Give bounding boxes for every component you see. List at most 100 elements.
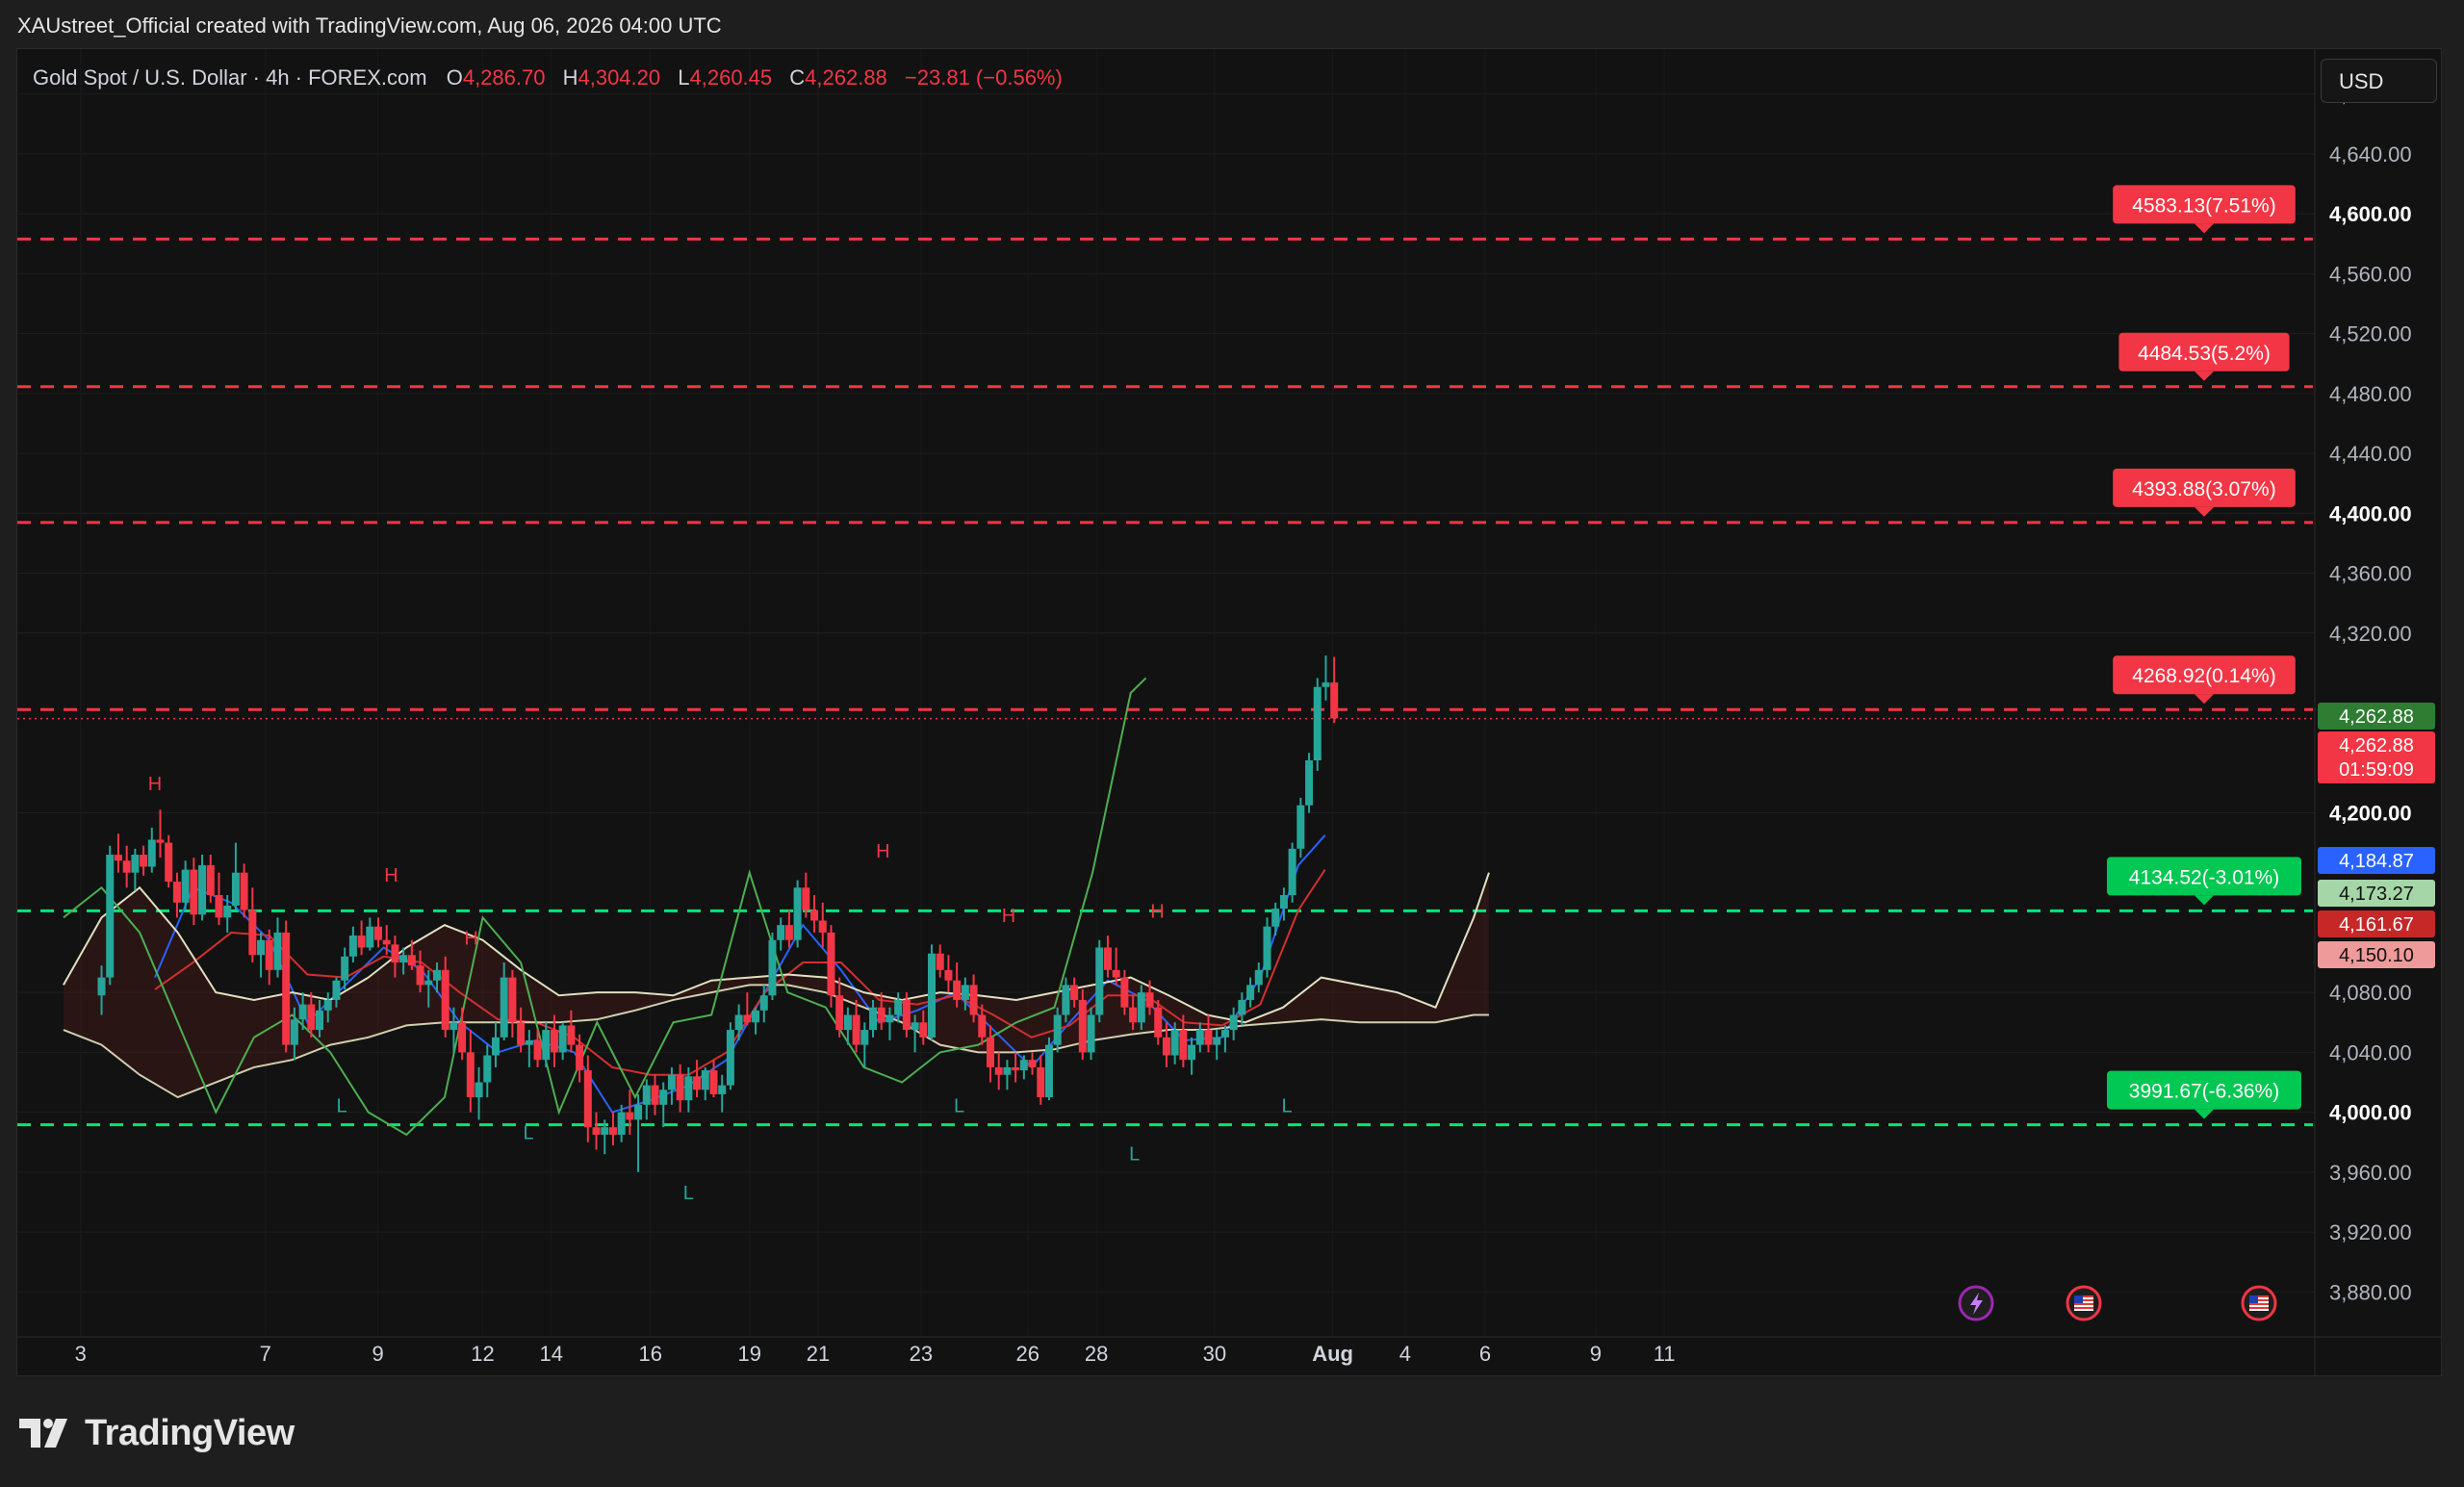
candle-body	[1322, 682, 1330, 687]
x-tick-label: 7	[260, 1342, 271, 1366]
candle-body	[1112, 969, 1120, 978]
candle-body	[1330, 682, 1339, 719]
candle-body	[475, 1082, 483, 1098]
candle-body	[1012, 1066, 1020, 1071]
y-tick-label: 4,440.00	[2329, 442, 2412, 466]
price-tag-text: 4,262.88	[2339, 735, 2414, 756]
candle-body	[894, 999, 903, 1015]
candle-body	[886, 1014, 894, 1023]
time-axis: 3 7 9 12 14 16 19 21 23 26 28 30 Aug 4 6 9 11	[75, 1342, 1676, 1366]
y-tick-label: 4,320.00	[2329, 622, 2412, 646]
candle-body	[1028, 1060, 1037, 1067]
candle-body	[1044, 1044, 1053, 1098]
candle-body	[240, 872, 248, 910]
candle-body	[114, 855, 122, 861]
candle-body	[852, 1014, 860, 1045]
candle-body	[1087, 1014, 1095, 1053]
candle-body	[106, 855, 115, 978]
level-labels: 4583.13(7.51%) 4484.53(5.2%) 4393.88(3.07%…	[2107, 185, 2301, 1119]
price-tag-text: 4,161.67	[2339, 914, 2414, 936]
candle-body	[441, 969, 449, 1031]
candle-body	[994, 1066, 1003, 1075]
candle-body	[1213, 1037, 1221, 1045]
us-flag-event-icon	[2066, 1285, 2102, 1321]
candle-body	[341, 956, 349, 981]
candle-body	[1120, 977, 1129, 1008]
candle-body	[483, 1055, 492, 1083]
candle-body	[1103, 947, 1112, 970]
candle-body	[709, 1070, 718, 1094]
candle-body	[273, 932, 282, 970]
y-tick-label: 4,400.00	[2329, 501, 2412, 526]
y-tick-label: 4,000.00	[2329, 1101, 2412, 1125]
candle-body	[558, 1025, 567, 1053]
y-tick-label: 3,880.00	[2329, 1280, 2412, 1304]
currency-button[interactable]: USD	[2321, 59, 2437, 103]
symbol-title: Gold Spot / U.S. Dollar · 4h · FOREX.com	[33, 65, 427, 90]
pivot-marker: H	[876, 841, 889, 862]
candle-body	[257, 939, 266, 956]
x-tick-label: 26	[1016, 1342, 1040, 1366]
candle-body	[986, 1037, 994, 1067]
candle-body	[784, 925, 793, 940]
pivot-marker: L	[1129, 1143, 1140, 1165]
candle-body	[1220, 1030, 1229, 1038]
candle-body	[1288, 848, 1296, 896]
candle-body	[374, 926, 383, 940]
x-tick-label: 11	[1654, 1342, 1676, 1366]
candle-body	[140, 855, 148, 867]
low-value: 4,260.45	[689, 65, 773, 90]
candle-body	[181, 869, 190, 903]
candle-body	[231, 872, 240, 906]
candle-body	[307, 1004, 316, 1031]
candle-body	[953, 980, 962, 1000]
candle-body	[810, 910, 819, 921]
candle-body	[1154, 1007, 1163, 1038]
candle-body	[1238, 999, 1246, 1015]
high-value: 4,304.20	[578, 65, 661, 90]
candle-body	[458, 1022, 467, 1053]
candle-body	[659, 1090, 668, 1105]
candle-body	[576, 1044, 584, 1071]
candle-body	[1279, 895, 1288, 910]
candle-body	[567, 1025, 576, 1045]
level-label-text: 4583.13(7.51%)	[2132, 194, 2275, 217]
candle-body	[1188, 1044, 1196, 1061]
candle-body	[366, 926, 374, 948]
candle-body	[869, 1007, 878, 1031]
candle-body	[190, 869, 198, 915]
x-tick-label: 19	[737, 1342, 760, 1366]
price-axis: 4,680.004,640.004,600.004,560.004,520.00…	[2329, 83, 2412, 1305]
candle-body	[407, 955, 416, 966]
candle-body	[147, 839, 156, 867]
tradingview-wordmark: TradingView	[85, 1412, 295, 1453]
price-tag-text: 4,262.88	[2339, 706, 2414, 728]
chart-grid	[17, 49, 2442, 1376]
x-tick-label: 9	[372, 1342, 383, 1366]
price-chart[interactable]: H H H H H H L L L L L L 4583.13(7.51%) 4484.53(5.2%)…	[0, 0, 2464, 1487]
candle-body	[759, 995, 768, 1011]
price-tag-text: 4,184.87	[2339, 851, 2414, 872]
pivot-marker: L	[954, 1096, 964, 1117]
tradingview-logo[interactable]: TradingView	[19, 1410, 295, 1456]
x-tick-label: 28	[1085, 1342, 1108, 1366]
candle-body	[500, 977, 508, 1038]
level-label-pointer	[2194, 223, 2214, 234]
candle-body	[348, 936, 357, 957]
candle-body	[1254, 969, 1263, 986]
symbol-legend: Gold Spot / U.S. Dollar · 4h · FOREX.com…	[33, 65, 1074, 90]
candle-body	[433, 969, 441, 981]
candle-body	[601, 1127, 609, 1135]
candle-body	[634, 1104, 643, 1120]
candle-body	[608, 1127, 617, 1135]
change-value: −23.81 (−0.56%)	[904, 65, 1063, 90]
candle-body	[1195, 1030, 1204, 1045]
pivot-marker: L	[683, 1183, 694, 1204]
candle-body	[223, 905, 232, 918]
x-tick-label: Aug	[1312, 1342, 1353, 1366]
level-label-text: 4268.92(0.14%)	[2132, 665, 2275, 687]
x-tick-label: 12	[471, 1342, 494, 1366]
candle-body	[1305, 760, 1314, 806]
candle-body	[684, 1076, 693, 1101]
candle-body	[835, 995, 844, 1031]
